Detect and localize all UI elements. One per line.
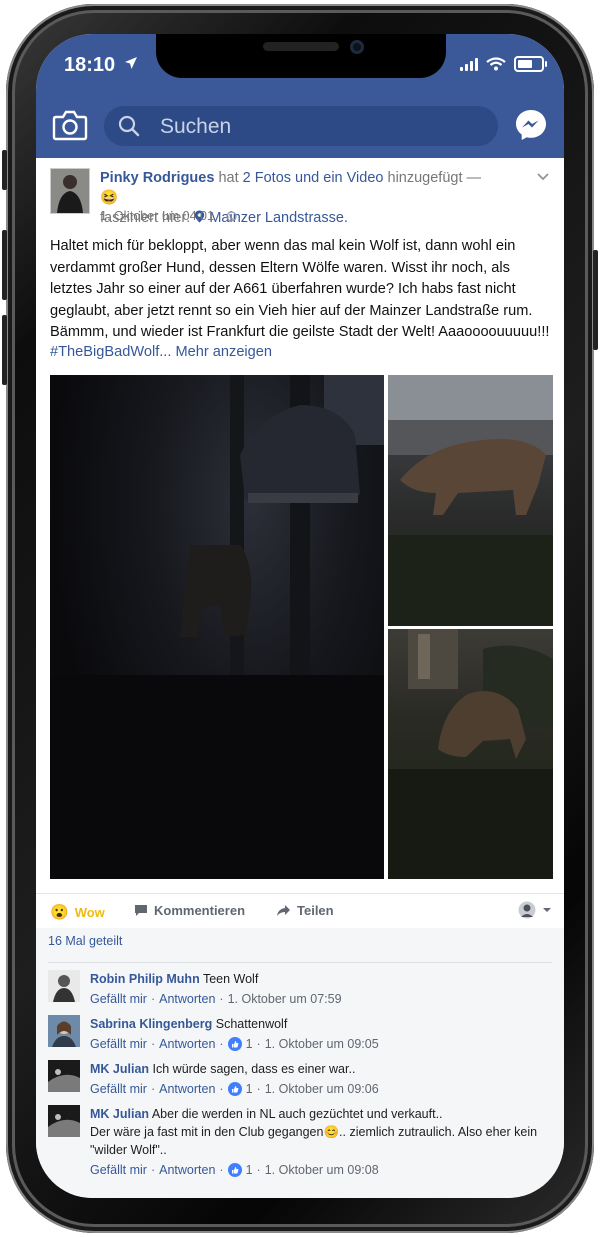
- like-thumb-icon: [227, 1163, 242, 1177]
- audience-selector[interactable]: [518, 901, 552, 919]
- commenter-name[interactable]: Robin Philip Muhn: [90, 972, 200, 986]
- reply-link[interactable]: Antworten: [159, 990, 215, 1008]
- share-button[interactable]: Teilen: [276, 903, 334, 918]
- comment-text: Schattenwolf: [215, 1017, 288, 1031]
- comment-text: Aber die werden in NL auch gezüchtet und…: [151, 1107, 443, 1121]
- globe-icon: [225, 210, 237, 222]
- commenter-avatar[interactable]: [48, 1105, 80, 1137]
- post-body: Haltet mich für bekloppt, aber wenn das …: [50, 238, 550, 340]
- search-icon: [118, 115, 140, 137]
- post-meta: 1. Oktober um 04:01 ·: [100, 209, 237, 223]
- comment-like-count[interactable]: 1: [246, 1161, 253, 1179]
- wow-reaction-button[interactable]: 😮 Wow: [50, 903, 105, 921]
- status-icons: [460, 56, 547, 72]
- added-text: hinzugefügt —: [387, 170, 482, 186]
- post-action-text: hat: [218, 170, 239, 186]
- photo-wolf-grass-icon: [388, 629, 553, 879]
- side-button: [2, 315, 7, 385]
- chevron-down-icon: [543, 908, 551, 912]
- comment-button[interactable]: Kommentieren: [134, 903, 245, 918]
- author-name[interactable]: Pinky Rodrigues: [100, 170, 214, 186]
- post-photo-wolf-running[interactable]: [388, 375, 553, 626]
- notch: [156, 34, 446, 78]
- hashtag-link[interactable]: #TheBigBadWolf...: [50, 344, 171, 360]
- wifi-icon: [486, 57, 506, 71]
- reply-link[interactable]: Antworten: [159, 1080, 215, 1098]
- commenter-name[interactable]: Sabrina Klingenberg: [90, 1017, 212, 1031]
- comment-meta: Gefällt mir · Antworten · 1. Oktober um 07…: [90, 990, 342, 1008]
- speaker: [263, 42, 339, 51]
- like-link[interactable]: Gefällt mir: [90, 1080, 147, 1098]
- post-photo-main[interactable]: [50, 375, 384, 879]
- wow-emoji-icon: 😮: [50, 904, 69, 921]
- messenger-icon[interactable]: [514, 108, 548, 142]
- side-button: [2, 150, 7, 190]
- share-label: Teilen: [297, 903, 334, 918]
- commenter-avatar[interactable]: [48, 1015, 80, 1047]
- comment-time[interactable]: 1. Oktober um 09:05: [265, 1035, 379, 1053]
- like-thumb-icon: [227, 1037, 242, 1051]
- comment-text: Ich würde sagen, dass es einer war..: [152, 1062, 356, 1076]
- camera-icon[interactable]: [52, 108, 88, 142]
- commenter-avatar[interactable]: [48, 1060, 80, 1092]
- comment-meta: Gefällt mir · Antworten · 1 · 1. Oktober um…: [90, 1080, 379, 1098]
- photo-dark-street-icon: [50, 375, 384, 879]
- like-link[interactable]: Gefällt mir: [90, 1035, 147, 1053]
- comment-body: MK Julian Ich würde sagen, dass es einer…: [90, 1060, 552, 1098]
- search-input[interactable]: Suchen: [104, 106, 498, 146]
- share-count[interactable]: 16 Mal geteilt: [48, 934, 122, 948]
- feeling-emoji-icon: 😆: [100, 190, 119, 206]
- like-thumb-icon: [227, 1082, 242, 1096]
- reply-link[interactable]: Antworten: [159, 1035, 215, 1053]
- comment-meta: Gefällt mir · Antworten · 1 · 1. Oktober um…: [90, 1161, 379, 1179]
- comment-time[interactable]: 1. Oktober um 07:59: [228, 990, 342, 1008]
- chevron-down-icon[interactable]: [536, 172, 550, 182]
- author-avatar[interactable]: [50, 168, 90, 214]
- comment-text: Teen Wolf: [202, 972, 259, 986]
- reply-link[interactable]: Antworten: [159, 1161, 215, 1179]
- comments-section: 16 Mal geteilt Robin Philip Muhn Teen Wo…: [36, 928, 564, 1198]
- wow-label: Wow: [74, 904, 105, 920]
- comment-label: Kommentieren: [154, 903, 246, 918]
- location-arrow-icon: [125, 57, 137, 69]
- post-card: Pinky Rodrigues hat 2 Fotos und ein Vide…: [36, 158, 564, 928]
- post-photo-wolf-grass[interactable]: [388, 629, 553, 879]
- divider: [48, 962, 552, 963]
- battery-icon: [514, 56, 547, 72]
- like-link[interactable]: Gefällt mir: [90, 1161, 147, 1179]
- comment-body: MK Julian Aber die werden in NL auch gez…: [90, 1105, 552, 1179]
- comment-time[interactable]: 1. Oktober um 09:06: [265, 1080, 379, 1098]
- side-button: [593, 250, 598, 350]
- post-hashtag-row: #TheBigBadWolf... Mehr anzeigen: [50, 344, 272, 360]
- comment-time[interactable]: 1. Oktober um 09:08: [265, 1161, 379, 1179]
- profile-avatar-icon: [518, 901, 536, 919]
- status-time: 18:10: [64, 54, 116, 76]
- photo-wolf-running-icon: [388, 375, 553, 626]
- comment-body: Robin Philip Muhn Teen Wolf Gefällt mir ·…: [90, 970, 552, 1008]
- media-link[interactable]: 2 Fotos und ein Video: [243, 170, 384, 186]
- side-button: [2, 230, 7, 300]
- like-link[interactable]: Gefällt mir: [90, 990, 147, 1008]
- comment-icon: [135, 905, 147, 916]
- comment-like-count[interactable]: 1: [246, 1080, 253, 1098]
- comment-body: Sabrina Klingenberg Schattenwolf Gefällt…: [90, 1015, 552, 1053]
- front-camera: [350, 40, 364, 54]
- signal-icon: [460, 57, 478, 71]
- comment-text-line2: Der wäre ja fast mit in den Club gegange…: [90, 1125, 324, 1139]
- comment-meta: Gefällt mir · Antworten · 1 · 1. Oktober um…: [90, 1035, 379, 1053]
- comment-like-count[interactable]: 1: [246, 1035, 253, 1053]
- commenter-name[interactable]: MK Julian: [90, 1062, 149, 1076]
- search-placeholder: Suchen: [160, 115, 232, 138]
- post-actions-bar: 😮 Wow Kommentieren Teilen: [36, 893, 564, 928]
- commenter-avatar[interactable]: [48, 970, 80, 1002]
- see-more-link[interactable]: Mehr anzeigen: [175, 344, 272, 360]
- blush-emoji-icon: 😊: [323, 1125, 340, 1139]
- share-icon: [277, 905, 290, 916]
- phone-screen: 18:10 Suchen Pinky Rodrigues hat 2 Fotos…: [36, 34, 564, 1198]
- post-timestamp[interactable]: 1. Oktober um 04:01 ·: [100, 209, 222, 223]
- commenter-name[interactable]: MK Julian: [90, 1107, 149, 1121]
